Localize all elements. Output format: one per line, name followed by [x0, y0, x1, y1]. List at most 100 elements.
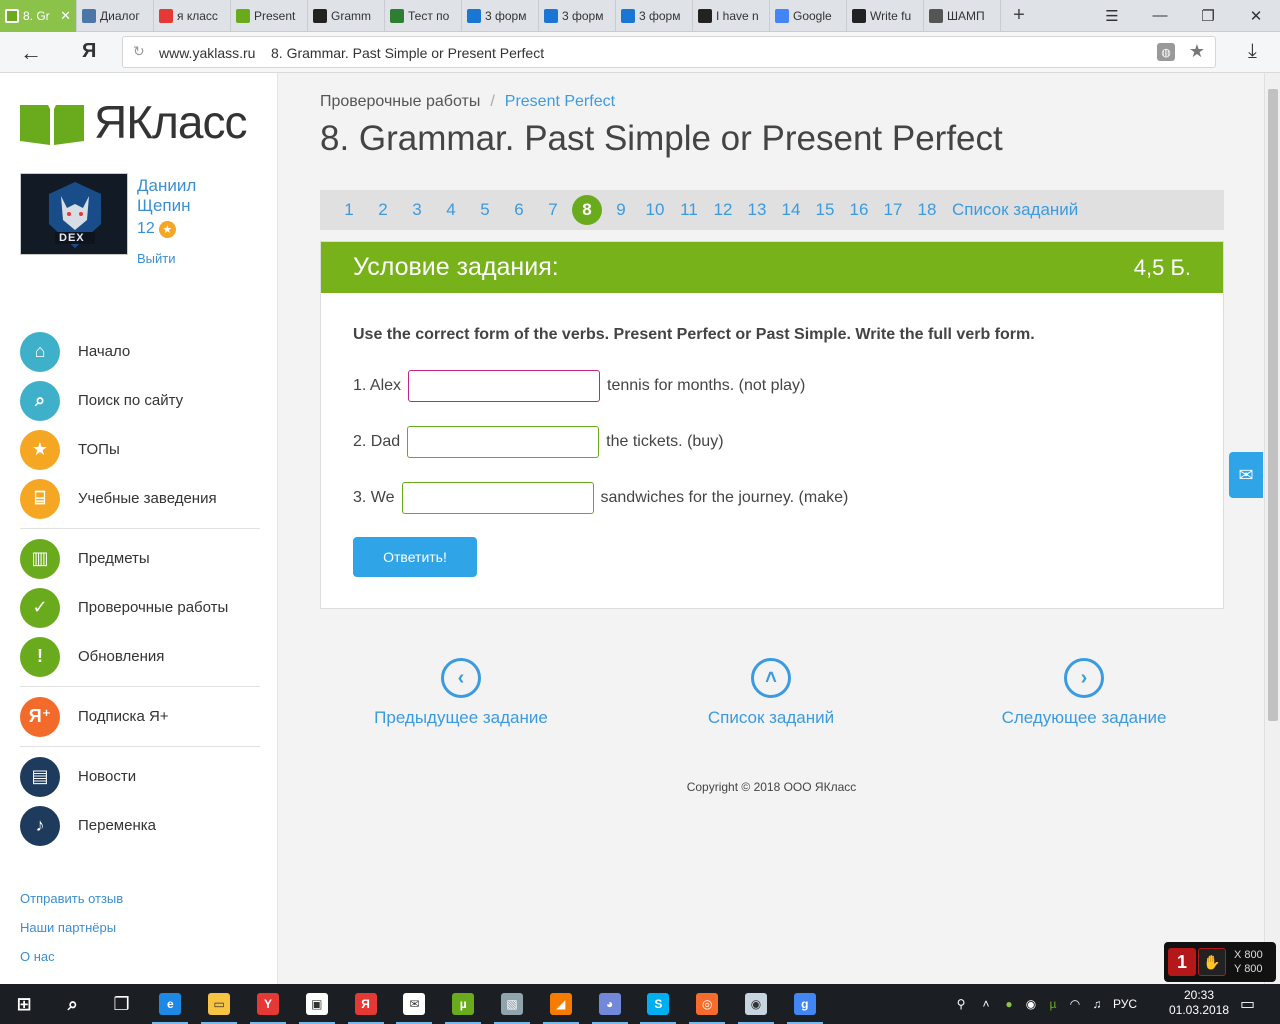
footer-link[interactable]: Наши партнёры: [20, 920, 123, 949]
new-tab-button[interactable]: +: [1001, 0, 1037, 31]
pager-page[interactable]: 3: [400, 200, 434, 220]
feedback-mail-button[interactable]: ✉: [1229, 452, 1263, 498]
minimize-icon[interactable]: —: [1136, 0, 1184, 31]
prev-task-link[interactable]: ‹ Предыдущее задание: [373, 658, 549, 728]
sidebar-menu-item[interactable]: ▥ Предметы: [20, 534, 260, 583]
steam-tray-icon[interactable]: ◉: [1020, 997, 1042, 1011]
pager-page[interactable]: 2: [366, 200, 400, 220]
browser-tab[interactable]: I have n: [693, 0, 770, 32]
notification-center-icon[interactable]: ▭: [1240, 994, 1255, 1014]
browser-tab[interactable]: 3 форм: [462, 0, 539, 32]
sidebar-menu-item[interactable]: ⌂ Начало: [20, 327, 260, 376]
pager-page[interactable]: 7: [536, 200, 570, 220]
downloads-icon[interactable]: ⤓: [1248, 40, 1257, 63]
taskbar-app[interactable]: ⌕: [49, 988, 97, 1020]
taskbar-app[interactable]: ▣: [293, 988, 341, 1024]
pager-page[interactable]: 4: [434, 200, 468, 220]
task-list-link[interactable]: ˄ Список заданий: [690, 658, 852, 728]
tray-overflow-icon[interactable]: ˄: [974, 997, 998, 1011]
sidebar-menu-item[interactable]: ⌕ Поиск по сайту: [20, 376, 260, 425]
pager-page[interactable]: 14: [774, 200, 808, 220]
sidebar-menu-item[interactable]: ▤ Новости: [20, 752, 260, 801]
taskbar-app[interactable]: e: [146, 988, 194, 1024]
pager-page[interactable]: 16: [842, 200, 876, 220]
reload-icon[interactable]: ↻: [133, 43, 145, 60]
taskbar-app[interactable]: ◎: [683, 988, 731, 1024]
browser-tab[interactable]: Тест по: [385, 0, 462, 32]
restore-icon[interactable]: ❐: [1184, 0, 1232, 31]
sidebar-menu-item[interactable]: ✓ Проверочные работы: [20, 583, 260, 632]
taskbar-app[interactable]: g: [781, 988, 829, 1024]
pager-page[interactable]: 10: [638, 200, 672, 220]
pager-page[interactable]: 6: [502, 200, 536, 220]
taskbar-app[interactable]: ◕: [586, 988, 634, 1024]
sidebar-menu-item[interactable]: ★ ТОПы: [20, 425, 260, 474]
pager-page[interactable]: 12: [706, 200, 740, 220]
taskbar-app[interactable]: S: [634, 988, 682, 1024]
pager-page[interactable]: 18: [910, 200, 944, 220]
footer-link[interactable]: Отправить отзыв: [20, 891, 123, 920]
answer-input-1[interactable]: [408, 370, 601, 402]
pager-page[interactable]: 9: [604, 200, 638, 220]
taskbar-app[interactable]: ✉: [390, 988, 438, 1024]
taskbar-app[interactable]: Я: [342, 988, 390, 1024]
yandex-logo-icon[interactable]: Я: [82, 40, 96, 63]
user-name[interactable]: Даниил Щепин: [137, 176, 196, 216]
page-scrollbar[interactable]: [1264, 73, 1280, 984]
clock[interactable]: 20:33 01.03.2018: [1164, 988, 1234, 1018]
taskbar-app[interactable]: ◉: [732, 988, 780, 1024]
submit-answer-button[interactable]: Ответить!: [353, 537, 477, 577]
user-points[interactable]: 12 ★: [137, 220, 176, 238]
scrollbar-thumb[interactable]: [1268, 89, 1278, 721]
breadcrumb-parent[interactable]: Проверочные работы: [320, 93, 480, 110]
taskbar-app[interactable]: µ: [439, 988, 487, 1024]
logout-link[interactable]: Выйти: [137, 251, 176, 266]
taskbar-app[interactable]: ▧: [488, 988, 536, 1024]
tray-app-icon[interactable]: ●: [998, 997, 1020, 1011]
close-icon[interactable]: ✕: [1232, 0, 1280, 31]
answer-input-2[interactable]: [407, 426, 600, 458]
browser-tab[interactable]: ШАМП: [924, 0, 1001, 32]
volume-icon[interactable]: ♫: [1086, 997, 1108, 1011]
breadcrumb-current[interactable]: Present Perfect: [505, 93, 615, 110]
footer-link[interactable]: О нас: [20, 949, 123, 978]
pager-page[interactable]: 8: [572, 195, 602, 225]
pager-page[interactable]: 17: [876, 200, 910, 220]
wifi-icon[interactable]: ◠: [1064, 997, 1086, 1011]
pager-page[interactable]: 11: [672, 200, 706, 220]
people-icon[interactable]: ⚲: [948, 997, 974, 1011]
browser-tab[interactable]: Write fu: [847, 0, 924, 32]
sidebar-menu-item[interactable]: Я⁺ Подписка Я+: [20, 692, 260, 741]
sidebar-menu-item[interactable]: ⌸ Учебные заведения: [20, 474, 260, 523]
menu-icon[interactable]: ☰: [1088, 0, 1136, 31]
url-input[interactable]: ↻ www.yaklass.ru 8. Grammar. Past Simple…: [122, 36, 1216, 68]
pager-task-list-link[interactable]: Список заданий: [952, 200, 1078, 220]
taskbar-app[interactable]: ⊞: [0, 988, 48, 1020]
taskbar-app[interactable]: Y: [244, 988, 292, 1024]
browser-tab[interactable]: я класс: [154, 0, 231, 32]
browser-tab[interactable]: 3 форм: [616, 0, 693, 32]
taskbar-app[interactable]: ▭: [195, 988, 243, 1024]
pager-page[interactable]: 13: [740, 200, 774, 220]
utorrent-tray-icon[interactable]: µ: [1042, 997, 1064, 1011]
pager-page[interactable]: 1: [332, 200, 366, 220]
next-task-link[interactable]: › Следующее задание: [997, 658, 1171, 728]
language-indicator[interactable]: РУС: [1108, 997, 1142, 1011]
back-arrow-icon[interactable]: ←: [20, 40, 42, 66]
browser-tab[interactable]: Gramm: [308, 0, 385, 32]
answer-input-3[interactable]: [401, 482, 594, 514]
sidebar-menu-item[interactable]: ! Обновления: [20, 632, 260, 681]
taskbar-app[interactable]: ◢: [537, 988, 585, 1024]
browser-tab[interactable]: Диалог: [77, 0, 154, 32]
browser-tab[interactable]: Present: [231, 0, 308, 32]
sidebar-menu-item[interactable]: ♪ Переменка: [20, 801, 260, 850]
taskbar-app[interactable]: ❐: [98, 988, 146, 1020]
browser-tab[interactable]: Google: [770, 0, 847, 32]
bookmark-star-icon[interactable]: ★: [1189, 41, 1205, 62]
pager-page[interactable]: 5: [468, 200, 502, 220]
browser-tab[interactable]: 8. Gr ✕: [0, 0, 77, 32]
browser-tab[interactable]: 3 форм: [539, 0, 616, 32]
protect-icon[interactable]: ◍: [1157, 43, 1175, 61]
pager-page[interactable]: 15: [808, 200, 842, 220]
avatar[interactable]: DEX: [20, 173, 128, 255]
